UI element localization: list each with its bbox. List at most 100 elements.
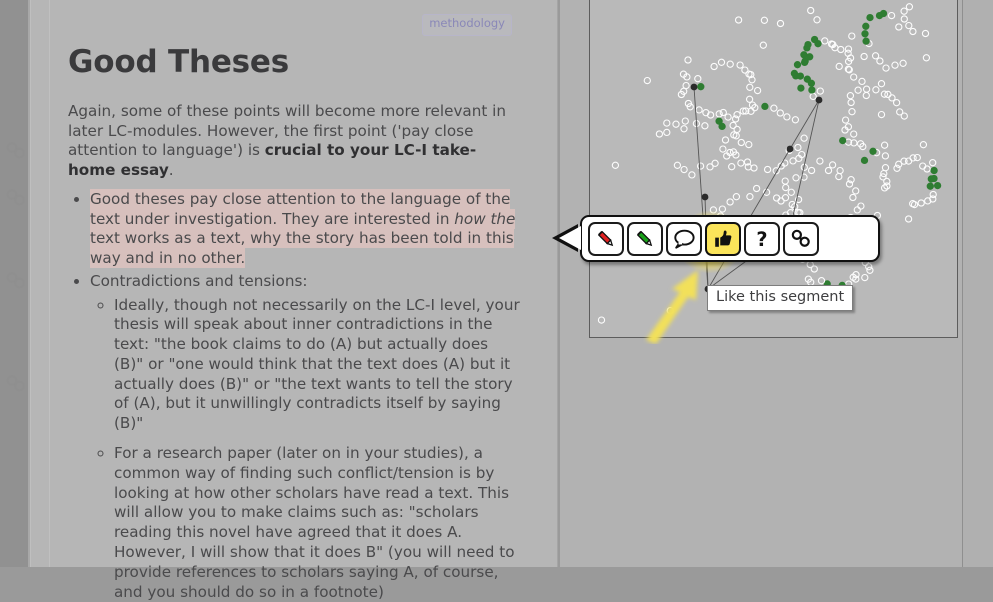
graph-node[interactable] <box>901 8 907 14</box>
graph-node[interactable] <box>853 188 859 194</box>
graph-node[interactable] <box>900 60 906 66</box>
graph-node[interactable] <box>924 166 930 172</box>
graph-node[interactable] <box>689 172 695 178</box>
graph-hub-node[interactable] <box>787 146 794 153</box>
graph-node[interactable] <box>777 110 783 116</box>
graph-node[interactable] <box>738 160 744 166</box>
graph-node[interactable] <box>896 24 902 30</box>
graph-node[interactable] <box>798 85 804 91</box>
graph-node[interactable] <box>771 105 777 111</box>
graph-node[interactable] <box>889 13 895 19</box>
graph-node[interactable] <box>882 153 888 159</box>
graph-node[interactable] <box>722 137 728 143</box>
graph-node[interactable] <box>894 100 900 106</box>
graph-node[interactable] <box>598 317 604 323</box>
right-scroll-edge[interactable] <box>962 0 993 567</box>
graph-node[interactable] <box>682 118 688 124</box>
graph-node[interactable] <box>930 160 936 166</box>
graph-node[interactable] <box>734 126 740 132</box>
graph-node[interactable] <box>685 57 691 63</box>
graph-node[interactable] <box>738 139 744 145</box>
graph-node[interactable] <box>774 195 780 201</box>
graph-node[interactable] <box>718 59 724 65</box>
graph-node[interactable] <box>747 96 753 102</box>
graph-node[interactable] <box>935 183 941 189</box>
graph-node[interactable] <box>837 168 843 174</box>
link-icon[interactable] <box>5 271 27 289</box>
graph-node[interactable] <box>681 126 687 132</box>
graph-node[interactable] <box>698 163 704 169</box>
graph-node[interactable] <box>754 185 760 191</box>
graph-node[interactable] <box>861 53 867 59</box>
graph-node[interactable] <box>612 162 618 168</box>
graph-hub-node[interactable] <box>691 84 698 91</box>
list-item[interactable]: For a research paper (later on in your s… <box>114 444 522 602</box>
graph-node[interactable] <box>848 99 854 105</box>
annotate-green-button[interactable] <box>627 222 663 256</box>
graph-node[interactable] <box>716 111 722 117</box>
graph-node[interactable] <box>920 163 926 169</box>
graph-node[interactable] <box>878 81 884 87</box>
graph-node[interactable] <box>923 55 929 61</box>
annotate-red-button[interactable] <box>588 222 624 256</box>
graph-node[interactable] <box>863 92 869 98</box>
graph-node[interactable] <box>818 278 824 284</box>
annotation-toolbar[interactable]: ? <box>580 215 880 262</box>
graph-node[interactable] <box>867 15 873 21</box>
graph-node[interactable] <box>698 84 704 90</box>
graph-node[interactable] <box>906 158 912 164</box>
graph-node[interactable] <box>711 63 717 69</box>
list-item[interactable]: Ideally, though not necessarily on the L… <box>114 296 522 435</box>
graph-node[interactable] <box>788 189 794 195</box>
graph-node[interactable] <box>901 16 907 22</box>
graph-node[interactable] <box>847 93 853 99</box>
graph-node[interactable] <box>783 185 789 191</box>
graph-node[interactable] <box>862 31 868 37</box>
graph-node[interactable] <box>720 146 726 152</box>
graph-node[interactable] <box>736 17 742 23</box>
graph-node[interactable] <box>793 175 799 181</box>
graph-node[interactable] <box>836 174 842 180</box>
graph-node[interactable] <box>729 164 735 170</box>
graph-node[interactable] <box>747 194 753 200</box>
graph-node[interactable] <box>804 76 810 82</box>
graph-node[interactable] <box>849 109 855 115</box>
graph-node[interactable] <box>851 131 857 137</box>
graph-node[interactable] <box>817 158 823 164</box>
graph-node[interactable] <box>906 216 912 222</box>
graph-node[interactable] <box>809 167 815 173</box>
graph-node[interactable] <box>931 167 937 173</box>
graph-node[interactable] <box>914 155 920 161</box>
graph-node[interactable] <box>808 7 814 13</box>
graph-node[interactable] <box>920 142 926 148</box>
graph-node[interactable] <box>825 167 831 173</box>
graph-node[interactable] <box>807 54 813 60</box>
graph-node[interactable] <box>830 162 836 168</box>
graph-node[interactable] <box>906 23 912 29</box>
graph-node[interactable] <box>861 157 867 163</box>
graph-node[interactable] <box>815 41 821 47</box>
comment-button[interactable] <box>666 222 702 256</box>
graph-node[interactable] <box>817 88 823 94</box>
like-button[interactable] <box>705 222 741 256</box>
question-button[interactable]: ? <box>744 222 780 256</box>
graph-node[interactable] <box>667 308 673 314</box>
graph-node[interactable] <box>922 30 928 36</box>
graph-node[interactable] <box>843 117 849 123</box>
graph-node[interactable] <box>782 178 788 184</box>
graph-node[interactable] <box>810 93 816 99</box>
graph-node[interactable] <box>882 142 888 148</box>
graph-node[interactable] <box>836 63 842 69</box>
graph-node[interactable] <box>727 199 733 205</box>
graph-node[interactable] <box>894 165 900 171</box>
graph-node[interactable] <box>805 42 811 48</box>
graph-node[interactable] <box>747 84 753 90</box>
graph-node[interactable] <box>733 194 739 200</box>
highlighted-segment[interactable]: Good theses pay close attention to the l… <box>90 189 515 268</box>
graph-node[interactable] <box>883 65 889 71</box>
graph-node[interactable] <box>864 86 870 92</box>
graph-node[interactable] <box>849 33 855 39</box>
link-button[interactable] <box>783 222 819 256</box>
graph-node[interactable] <box>681 167 687 173</box>
graph-node[interactable] <box>725 114 731 120</box>
